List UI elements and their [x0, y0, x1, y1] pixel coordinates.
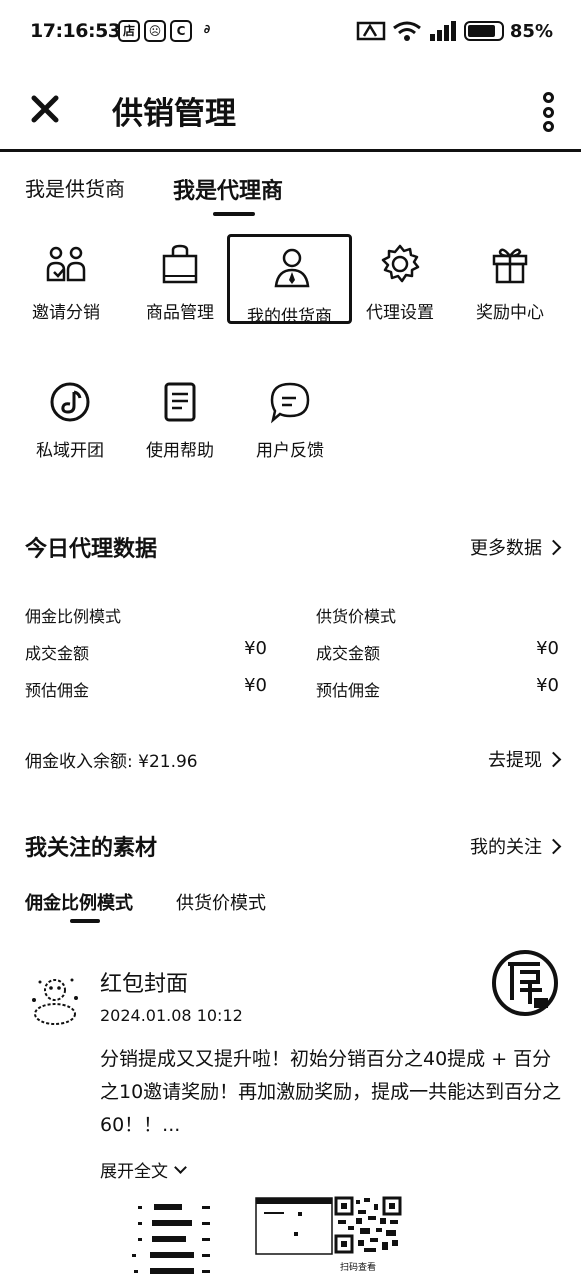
notification-icons: 店 ☹ C ∂: [118, 20, 218, 42]
grid-item-help[interactable]: 使用帮助: [122, 368, 238, 468]
right-row-value: ¥0: [536, 675, 559, 696]
right-row-value: ¥0: [536, 638, 559, 659]
left-row-label: 预估佣金: [25, 681, 90, 700]
chevron-down-icon: [174, 1161, 187, 1174]
person-icon: [274, 248, 310, 288]
post-time: 2024.01.08 10:12: [100, 1006, 243, 1025]
grid-label: 邀请分销: [32, 303, 100, 323]
battery-percent: 85%: [509, 20, 553, 42]
music-note-circle-icon: [50, 382, 90, 422]
grid-label: 商品管理: [146, 303, 214, 323]
grid-item-private-group[interactable]: 私域开团: [12, 368, 128, 468]
my-follows-link[interactable]: 我的关注: [470, 833, 562, 859]
more-options-icon[interactable]: [541, 92, 555, 132]
document-icon: [164, 382, 196, 422]
status-right: 85%: [356, 20, 553, 42]
grid-label: 代理设置: [366, 303, 434, 323]
commission-balance: 佣金收入余额: ¥21.96: [25, 752, 198, 772]
gift-icon: [492, 248, 528, 284]
post-content: 分销提成又又提升啦！初始分销百分之40提成 + 百分之10邀请奖励！再加激励奖励…: [100, 1048, 562, 1136]
wifi-icon: [392, 21, 421, 41]
page-title: 供销管理: [112, 96, 236, 132]
status-bar: 17:16:53 店 ☹ C ∂ 85%: [0, 0, 581, 70]
face-notification-icon: ☹: [144, 20, 166, 42]
role-tabs: 我是供货商 我是代理商: [0, 160, 581, 220]
store-notification-icon: 店: [118, 20, 140, 42]
qr-code-image[interactable]: [334, 1196, 402, 1254]
today-data-title: 今日代理数据: [25, 537, 158, 562]
expand-full-text-button[interactable]: 展开全文: [100, 1157, 187, 1182]
grid-item-agent-settings[interactable]: 代理设置: [342, 230, 458, 330]
battery-icon: [463, 21, 504, 41]
qr-caption: 扫码查看: [340, 1263, 377, 1273]
post-image-thumbnail[interactable]: [254, 1196, 334, 1256]
invite-users-icon: [46, 246, 86, 282]
chevron-right-icon: [545, 838, 562, 854]
grid-label: 使用帮助: [146, 441, 214, 461]
left-row-label: 成交金额: [25, 644, 90, 663]
post-author-name: 红包封面: [100, 972, 189, 997]
avatar[interactable]: [24, 968, 86, 1030]
materials-title: 我关注的素材: [25, 836, 158, 861]
c-notification-icon: C: [170, 20, 192, 42]
left-row-value: ¥0: [244, 675, 267, 696]
tab-commission-mode[interactable]: 佣金比例模式: [25, 889, 133, 915]
tab-agent[interactable]: 我是代理商: [173, 173, 283, 205]
nfc-icon: [356, 21, 386, 41]
right-row-label: 预估佣金: [316, 681, 381, 700]
close-icon[interactable]: [28, 92, 62, 126]
left-row-value: ¥0: [244, 638, 267, 659]
grid-label: 我的供货商: [247, 307, 332, 327]
tab-supplier[interactable]: 我是供货商: [25, 173, 125, 202]
signal-icon: [429, 21, 456, 41]
more-data-label: 更多数据: [470, 538, 542, 559]
title-bar: 供销管理: [0, 70, 581, 152]
grid-item-products[interactable]: 商品管理: [122, 230, 238, 330]
grid-item-my-suppliers[interactable]: 我的供货商: [227, 234, 352, 327]
expand-label: 展开全文: [100, 1162, 168, 1182]
withdraw-link[interactable]: 去提现: [488, 746, 562, 772]
gear-icon: [381, 244, 420, 283]
store-logo-icon: [492, 950, 558, 1016]
status-time: 17:16:53: [30, 20, 121, 42]
right-mode-label: 供货价模式: [316, 607, 397, 626]
grid-label: 私域开团: [36, 441, 104, 461]
active-tab-indicator: [213, 212, 255, 216]
withdraw-label: 去提现: [488, 750, 542, 771]
active-subtab-indicator: [70, 919, 100, 923]
misc-notification-icon: ∂: [203, 22, 211, 36]
chevron-right-icon: [545, 751, 562, 767]
feedback-bubble-icon: [270, 382, 310, 424]
chevron-right-icon: [545, 539, 562, 555]
grid-item-reward-center[interactable]: 奖励中心: [452, 230, 568, 330]
left-mode-label: 佣金比例模式: [25, 607, 122, 626]
shopping-bag-icon: [162, 244, 198, 284]
right-row-label: 成交金额: [316, 644, 381, 663]
tab-supply-price-mode[interactable]: 供货价模式: [176, 889, 266, 915]
more-data-link[interactable]: 更多数据: [470, 534, 562, 560]
my-follows-label: 我的关注: [470, 837, 542, 858]
grid-item-invite[interactable]: 邀请分销: [8, 230, 124, 330]
grid-label: 用户反馈: [256, 441, 324, 461]
grid-label: 奖励中心: [476, 303, 544, 323]
post-image-thumbnail[interactable]: [124, 1196, 224, 1280]
grid-item-feedback[interactable]: 用户反馈: [232, 368, 348, 468]
